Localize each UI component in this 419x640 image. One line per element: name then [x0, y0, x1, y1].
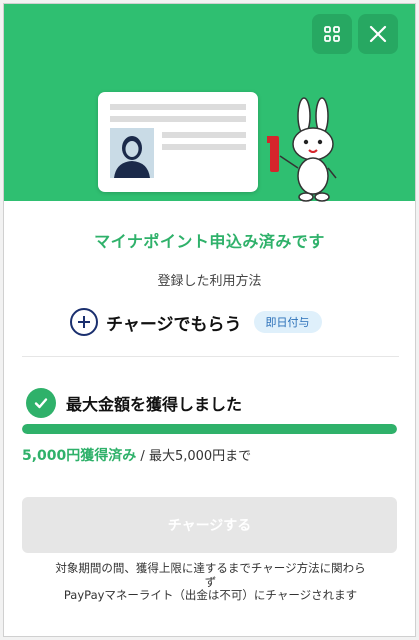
progress-bar — [22, 424, 397, 434]
divider — [22, 356, 399, 357]
grid-icon — [324, 26, 340, 42]
close-icon — [369, 25, 387, 43]
mascot-rabbit-illustration — [267, 97, 337, 202]
hero-banner — [4, 4, 415, 202]
check-circle-icon — [26, 388, 56, 418]
method-row: チャージでもらう 即日付与 — [70, 307, 322, 337]
grid-menu-button[interactable] — [312, 14, 352, 54]
plus-circle-icon — [70, 308, 98, 336]
charge-button[interactable]: チャージする — [22, 497, 397, 553]
portrait-photo — [110, 128, 154, 178]
progress-fill — [22, 424, 397, 434]
status-headline: マイナポイント申込み済みです — [94, 232, 325, 251]
charge-note: 対象期間の間、獲得上限に達するまでチャージ方法に関わら ず PayPayマネーラ… — [18, 560, 403, 604]
method-name: チャージでもらう — [106, 314, 242, 335]
close-button[interactable] — [358, 14, 398, 54]
mynumber-card-illustration — [98, 92, 258, 192]
note-line-2: ず — [204, 575, 217, 589]
point-modal: マイナポイント申込み済みです 登録した利用方法 チャージでもらう 即日付与 最大… — [3, 3, 416, 637]
earned-amount: 5,000円獲得済み — [22, 448, 137, 464]
achievement-row: 最大金額を獲得しました — [26, 388, 242, 418]
same-day-badge: 即日付与 — [253, 311, 322, 333]
note-line-3: PayPayマネーライト（出金は不可）にチャージされます — [63, 588, 358, 602]
registered-method-label: 登録した利用方法 — [157, 274, 262, 289]
achievement-label: 最大金額を獲得しました — [66, 395, 243, 414]
amount-row: 5,000円獲得済み / 最大5,000円まで — [22, 445, 251, 465]
max-amount: 最大5,000円まで — [148, 449, 252, 464]
amount-separator: / — [136, 449, 149, 464]
